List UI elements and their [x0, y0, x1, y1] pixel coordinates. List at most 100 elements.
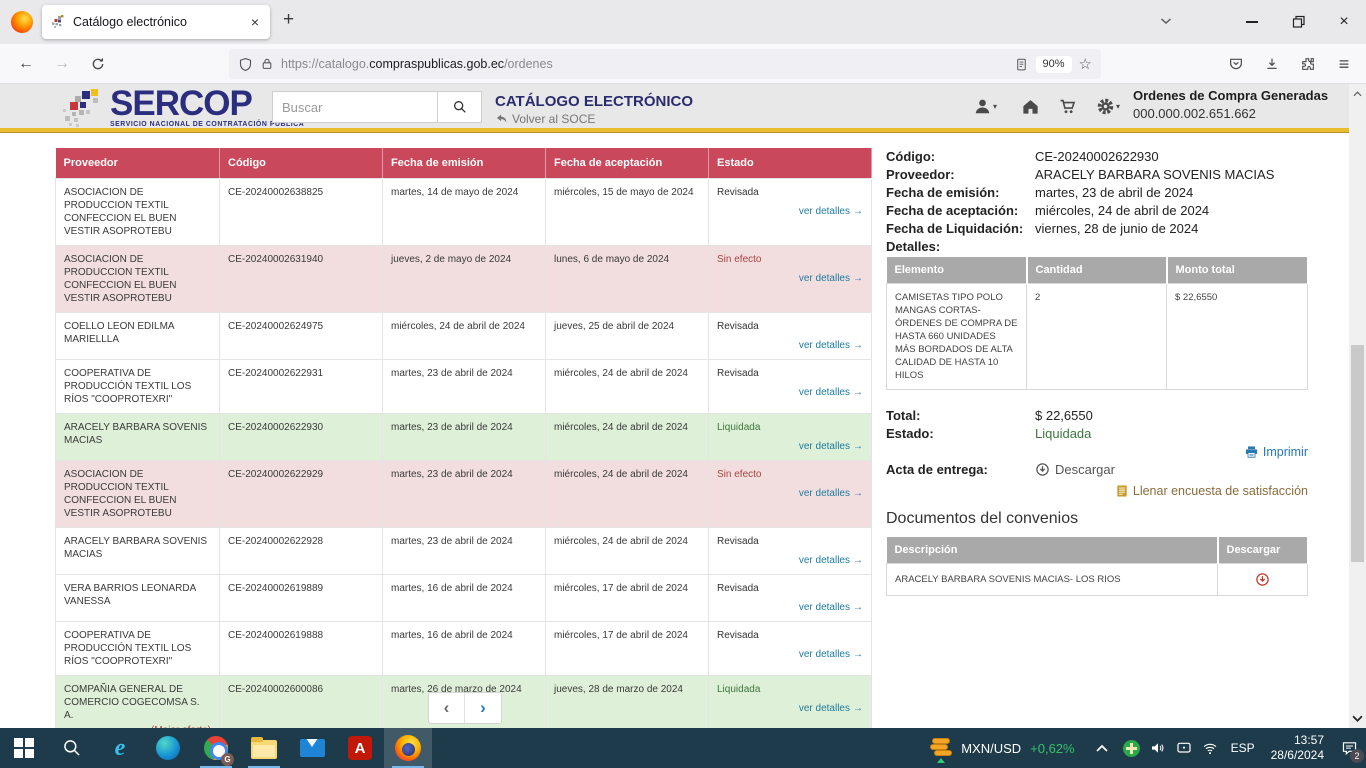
notification-center-button[interactable]: 2	[1332, 728, 1366, 768]
display-cast-icon[interactable]	[1171, 728, 1197, 768]
order-detail-panel: Código:CE-20240002622930 Proveedor:ARACE…	[886, 148, 1308, 596]
page-scrollbar[interactable]	[1349, 84, 1366, 728]
ver-detalles-link[interactable]: ver detalles→	[799, 205, 863, 218]
status-label: Revisada	[717, 629, 863, 642]
menu-hamburger-icon[interactable]: ≡	[1330, 50, 1358, 78]
currency-ticker[interactable]: MXN/USD +0,62%	[920, 737, 1084, 759]
coins-icon	[930, 737, 952, 759]
document-descripcion: ARACELY BARBARA SOVENIS MACIAS- LOS RIOS	[887, 563, 1218, 595]
column-estado: Estado	[709, 148, 872, 178]
detail-field: Fecha de emisión:martes, 23 de abril de …	[886, 184, 1308, 202]
detail-field: Fecha de Liquidación:viernes, 28 de juni…	[886, 220, 1308, 238]
order-row: ASOCIACION DE PRODUCCION TEXTIL CONFECCI…	[56, 460, 872, 527]
acrobat-icon[interactable]: A	[336, 728, 384, 768]
search-input[interactable]	[272, 91, 437, 123]
wifi-icon[interactable]	[1197, 728, 1223, 768]
reload-button[interactable]	[84, 50, 112, 78]
order-code: CE-20240002631940	[220, 245, 383, 312]
internet-explorer-icon[interactable]: e	[96, 728, 144, 768]
edge-icon[interactable]	[144, 728, 192, 768]
zoom-level-chip[interactable]: 90%	[1036, 56, 1072, 73]
cart-button[interactable]	[1058, 97, 1078, 116]
status-label: Liquidada	[717, 683, 863, 696]
ver-detalles-link[interactable]: ver detalles→	[799, 648, 863, 661]
window-restore-button[interactable]	[1285, 8, 1313, 36]
bookmark-star-icon[interactable]: ☆	[1079, 55, 1092, 73]
forward-button[interactable]: →	[48, 50, 76, 78]
ver-detalles-link[interactable]: ver detalles→	[799, 702, 863, 715]
new-tab-button[interactable]: +	[283, 9, 294, 31]
clock[interactable]: 13:57 28/6/2024	[1263, 733, 1332, 763]
url-bar[interactable]: https://catalogo.compraspublicas.gob.ec/…	[229, 49, 1101, 79]
detail-field: Proveedor:ARACELY BARBARA SOVENIS MACIAS	[886, 166, 1308, 184]
ver-detalles-link[interactable]: ver detalles→	[799, 440, 863, 453]
settings-menu-button[interactable]: ▾	[1096, 97, 1120, 116]
provider-name: COELLO LEON EDILMA MARIELLLA	[64, 321, 174, 345]
volume-icon[interactable]	[1145, 728, 1171, 768]
arrow-right-icon: →	[853, 648, 863, 661]
download-circle-icon	[1255, 572, 1270, 587]
tray-chevron-up-icon[interactable]	[1085, 728, 1119, 768]
scroll-down-arrow[interactable]	[1349, 710, 1366, 726]
total-row: Total:$ 22,6550	[886, 407, 1308, 425]
tab-close-icon[interactable]: ×	[249, 14, 261, 30]
shield-icon[interactable]	[238, 57, 253, 72]
start-button[interactable]	[0, 728, 48, 768]
firefox-taskbar-icon[interactable]	[384, 728, 432, 768]
back-button[interactable]: ←	[12, 50, 40, 78]
ver-detalles-link[interactable]: ver detalles→	[799, 339, 863, 352]
order-code: CE-20240002622930	[220, 413, 383, 460]
lock-icon[interactable]	[260, 57, 274, 71]
ticker-change: +0,62%	[1030, 741, 1074, 756]
ver-detalles-link[interactable]: ver detalles→	[799, 487, 863, 500]
acta-descargar-link[interactable]: Descargar	[1035, 461, 1115, 479]
system-tray: MXN/USD +0,62% ESP 13:57 28/6/2024	[920, 728, 1366, 768]
arrow-right-icon: →	[853, 702, 863, 715]
next-page-button[interactable]: ›	[465, 693, 501, 723]
order-row: ARACELY BARBARA SOVENIS MACIAS CE-202400…	[56, 527, 872, 574]
detail-field: Código:CE-20240002622930	[886, 148, 1308, 166]
home-button[interactable]	[1021, 97, 1040, 116]
document-download-button[interactable]	[1226, 572, 1299, 587]
google-badge: G	[221, 753, 234, 766]
tab-list-chevron-icon[interactable]	[1158, 13, 1174, 29]
acceptance-date: miércoles, 24 de abril de 2024	[546, 359, 709, 413]
scrollbar-thumb[interactable]	[1351, 345, 1364, 562]
browser-tab[interactable]: Catálogo electrónico ×	[42, 5, 270, 39]
prev-page-button[interactable]: ‹	[429, 693, 465, 723]
docs-column-descripcion: Descripción	[887, 537, 1218, 563]
clock-date: 28/6/2024	[1271, 748, 1324, 763]
encuesta-link[interactable]: Llenar encuesta de satisfacción	[886, 484, 1308, 498]
provider-name: COMPAÑIA GENERAL DE COMERCIO COGECOMSA S…	[64, 684, 200, 721]
ver-detalles-link[interactable]: ver detalles→	[799, 601, 863, 614]
search-button[interactable]	[437, 91, 482, 123]
header-search	[272, 91, 482, 123]
acceptance-date: miércoles, 15 de mayo de 2024	[546, 178, 709, 245]
scroll-up-arrow[interactable]	[1349, 86, 1366, 102]
user-menu-button[interactable]: ▾	[973, 97, 997, 116]
mail-icon[interactable]	[288, 728, 336, 768]
document-row: ARACELY BARBARA SOVENIS MACIAS- LOS RIOS	[887, 563, 1308, 595]
emission-date: martes, 14 de mayo de 2024	[383, 178, 546, 245]
reader-view-icon[interactable]	[1014, 57, 1029, 72]
ver-detalles-link[interactable]: ver detalles→	[799, 272, 863, 285]
antivirus-tray-icon[interactable]	[1119, 728, 1145, 768]
clock-time: 13:57	[1271, 733, 1324, 748]
taskbar-search-button[interactable]	[48, 728, 96, 768]
volver-al-soce-link[interactable]: Volver al SOCE	[495, 112, 595, 126]
downloads-icon[interactable]	[1258, 50, 1286, 78]
window-minimize-button[interactable]	[1238, 8, 1266, 36]
chrome-icon[interactable]: G	[192, 728, 240, 768]
extensions-icon[interactable]	[1294, 50, 1322, 78]
file-explorer-icon[interactable]	[240, 728, 288, 768]
window-close-button[interactable]: ×	[1330, 8, 1358, 36]
items-column-monto: Monto total	[1167, 257, 1308, 283]
imprimir-link[interactable]: Imprimir	[886, 445, 1308, 459]
ver-detalles-link[interactable]: ver detalles→	[799, 386, 863, 399]
orders-generated-number: 000.000.002.651.662	[1133, 106, 1328, 121]
arrow-right-icon: →	[853, 601, 863, 614]
ver-detalles-link[interactable]: ver detalles→	[799, 554, 863, 567]
sercop-logo[interactable]: SERCOP SERVICIO NACIONAL DE CONTRATACIÓN…	[62, 86, 304, 129]
pocket-icon[interactable]	[1222, 50, 1250, 78]
language-indicator[interactable]: ESP	[1223, 741, 1263, 755]
